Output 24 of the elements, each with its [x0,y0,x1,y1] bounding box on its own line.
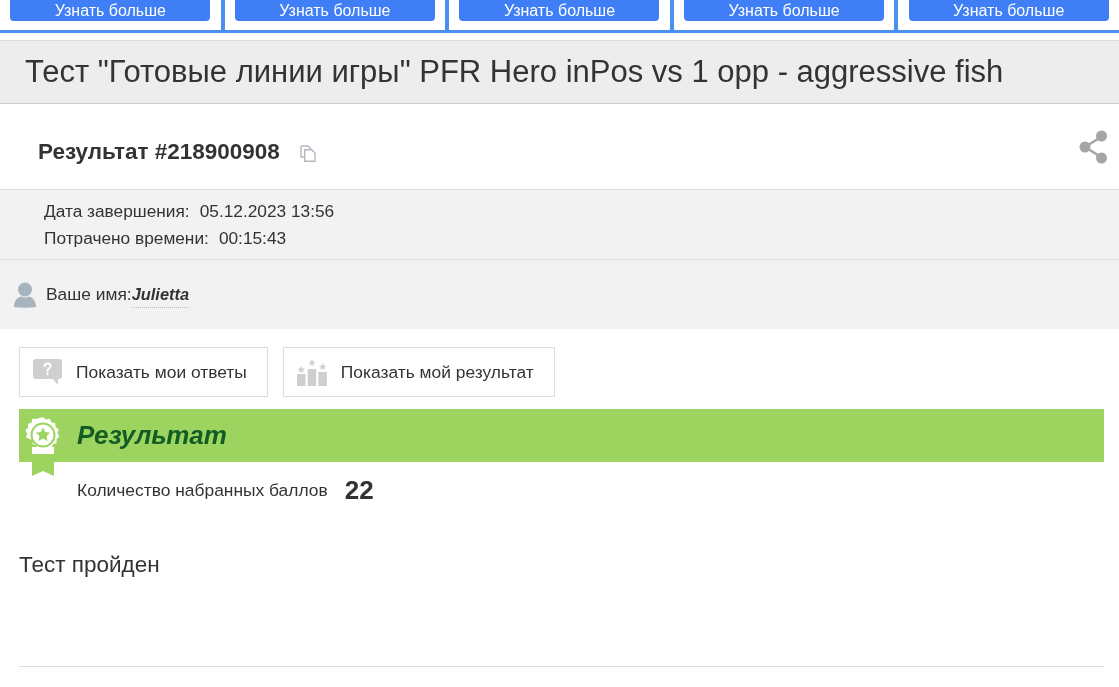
result-heading: Результат [77,419,227,452]
user-name: Julietta [131,282,190,308]
share-icon[interactable] [1079,129,1108,164]
detail-label: Дата завершения: [44,200,190,223]
user-icon [14,281,36,308]
name-label: Ваше имя: [46,283,132,307]
detail-value: 00:15:43 [218,227,287,250]
question-bubble-icon [33,359,62,385]
score-value: 22 [344,474,374,507]
learn-more-button[interactable]: Узнать больше [234,0,435,21]
test-title: Тест "Готовые линии игры" PFR Hero inPos vs 1 opp - aggressive fish [25,53,1004,91]
copy-icon[interactable] [299,145,316,162]
score-label: Количество набранных баллов [77,479,328,503]
learn-more-button[interactable]: Узнать больше [908,0,1109,21]
detail-value: 05.12.2023 13:56 [199,200,335,223]
learn-more-button[interactable]: Узнать больше [684,0,885,21]
test-verdict: Тест пройден [19,551,160,579]
learn-more-button[interactable]: Узнать больше [10,0,211,21]
show-answers-button[interactable]: Показать мои ответы [19,347,268,397]
detail-label: Потрачено времени: [44,227,209,250]
learn-more-button[interactable]: Узнать больше [459,0,660,21]
podium-icon [296,358,327,386]
result-title: Результат #218900908 [38,138,280,165]
show-result-button[interactable]: Показать мой результат [282,347,555,397]
